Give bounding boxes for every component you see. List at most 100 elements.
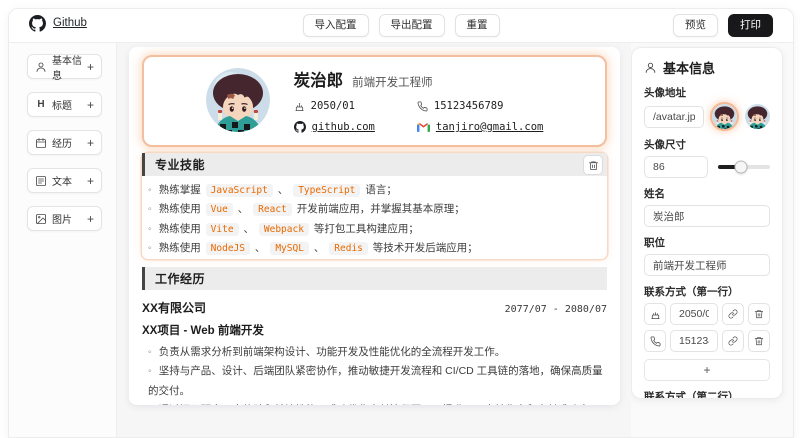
section-heading: 专业技能	[142, 153, 607, 176]
avatar-option-round[interactable]	[712, 104, 737, 129]
avatar-option-square[interactable]	[745, 104, 770, 129]
avatar-size-label: 头像尺寸	[644, 139, 686, 151]
avatar-url-input[interactable]	[644, 105, 704, 128]
tech-chip: NodeJS	[205, 242, 250, 256]
settings-panel: 基本信息 头像地址 头像尺寸 姓名 职位 联系方式（第一行）	[631, 47, 783, 399]
github-brand-link[interactable]: Github	[29, 14, 87, 32]
resume-canvas: 炭治郎 前端开发工程师 2050/01 15123456789 github.c…	[117, 43, 631, 437]
add-icon[interactable]: +	[87, 212, 94, 226]
panel-title: 基本信息	[644, 58, 770, 77]
contact-type-button[interactable]	[644, 303, 666, 325]
tech-chip: React	[253, 203, 292, 217]
tech-chip: Webpack	[258, 222, 309, 236]
phone-icon	[650, 336, 660, 346]
sidebar: 基本信息 + H 标题 + 经历 + 文本 + 图片 +	[9, 43, 117, 437]
github-icon	[293, 121, 306, 133]
job-input[interactable]	[644, 254, 770, 276]
sidebar-item-label: 图片	[52, 215, 72, 226]
delete-row-button[interactable]	[748, 330, 770, 352]
tech-chip: MySQL	[270, 242, 309, 256]
import-config-button[interactable]: 导入配置	[302, 14, 369, 37]
user-icon	[645, 62, 656, 73]
add-contact-row1-button[interactable]: +	[644, 359, 770, 381]
sidebar-item-image[interactable]: 图片 +	[27, 206, 102, 231]
link-icon	[728, 309, 738, 319]
contact-group1-label: 联系方式（第一行）	[644, 286, 739, 298]
contact-email-link[interactable]: tanjiro@gmail.com	[416, 121, 543, 133]
github-icon	[29, 14, 46, 32]
config-buttons: 导入配置 导出配置 重置	[302, 14, 500, 37]
link-button[interactable]	[722, 330, 744, 352]
name-input[interactable]	[644, 205, 770, 227]
tech-chip: Redis	[329, 242, 368, 256]
section-skills[interactable]: 专业技能 熟练掌握 JavaScript 、 TypeScript 语言；熟练使…	[142, 153, 607, 259]
add-icon[interactable]: +	[87, 60, 94, 74]
project-title: XX项目 - Web 前端开发	[142, 324, 264, 337]
topbar: Github 导入配置 导出配置 重置 预览 打印	[9, 9, 793, 43]
work-bullet: 坚持与产品、设计、后端团队紧密协作，推动敏捷开发流程和 CI/CD 工具链的落地…	[148, 362, 607, 401]
delete-section-button[interactable]	[583, 155, 603, 175]
delete-row-button[interactable]	[748, 303, 770, 325]
job-label: 职位	[644, 237, 665, 249]
birthday-cake-icon	[650, 311, 660, 319]
avatar-size-input[interactable]	[644, 156, 708, 178]
add-icon[interactable]: +	[87, 136, 94, 150]
content-area: 基本信息 + H 标题 + 经历 + 文本 + 图片 + 炭治郎 前端开发工程师…	[9, 43, 793, 437]
sidebar-item-basic-info[interactable]: 基本信息 +	[27, 54, 102, 82]
phone-icon	[417, 101, 428, 111]
sidebar-item-heading[interactable]: H 标题 +	[27, 92, 102, 117]
avatar-size-slider[interactable]	[718, 160, 770, 174]
add-icon[interactable]: +	[87, 174, 94, 188]
preview-button[interactable]: 预览	[673, 14, 718, 37]
section-work[interactable]: 工作经历 XX有限公司 2077/07 - 2080/07 XX项目 - Web…	[142, 266, 607, 405]
app-window: Github 导入配置 导出配置 重置 预览 打印 基本信息 + H 标题 +	[8, 8, 794, 438]
link-button[interactable]	[722, 303, 744, 325]
sidebar-item-label: 基本信息	[52, 55, 82, 82]
contact-grid: 2050/01 15123456789 github.com tanjiro@g…	[293, 100, 543, 133]
skill-bullet: 熟练使用 Vite 、 Webpack 等打包工具构建应用；	[148, 220, 607, 239]
trash-icon	[588, 160, 598, 170]
work-list: 负责从需求分析到前端架构设计、功能开发及性能优化的全流程开发工作。 坚持与产品、…	[142, 343, 607, 405]
contact-group2-label: 联系方式（第二行）	[644, 391, 739, 399]
gmail-icon	[416, 122, 430, 132]
work-bullet: 通过深入研究用户体验和前端性能，成功优化支付流程页面，提升了用户转化率和支付成功…	[148, 401, 607, 405]
resume-preview: 炭治郎 前端开发工程师 2050/01 15123456789 github.c…	[129, 47, 620, 405]
contact-value-input[interactable]	[670, 330, 718, 352]
skill-bullet: 熟练使用 NodeJS 、 MySQL 、 Redis 等技术开发后端应用；	[148, 239, 607, 258]
tech-chip: Vite	[205, 222, 239, 236]
work-period: 2077/07 - 2080/07	[504, 303, 607, 315]
add-icon[interactable]: +	[87, 98, 94, 112]
trash-icon	[754, 337, 764, 346]
birthday-cake-icon	[295, 102, 304, 111]
export-config-button[interactable]: 导出配置	[378, 14, 445, 37]
contact-github-link[interactable]: github.com	[293, 121, 375, 133]
sidebar-item-experience[interactable]: 经历 +	[27, 130, 102, 155]
tech-chip: Vue	[205, 203, 233, 217]
brand-label: Github	[53, 17, 87, 29]
skill-bullet: 熟练使用 Vue 、 React 开发前端应用，并掌握其基本原理；	[148, 200, 607, 219]
contact-phone: 15123456789	[417, 100, 543, 112]
avatar	[206, 68, 270, 132]
contact-row	[644, 330, 770, 352]
contact-birthday: 2050/01	[294, 100, 375, 112]
resume-job-title: 前端开发工程师	[352, 77, 433, 89]
heading-icon: H	[37, 99, 45, 110]
contact-value-input[interactable]	[670, 303, 718, 325]
calendar-icon	[36, 137, 46, 148]
trash-icon	[754, 310, 764, 319]
print-button[interactable]: 打印	[728, 14, 773, 37]
sidebar-item-text[interactable]: 文本 +	[27, 168, 102, 193]
slider-thumb[interactable]	[734, 160, 748, 174]
resume-header-block[interactable]: 炭治郎 前端开发工程师 2050/01 15123456789 github.c…	[142, 55, 607, 147]
reset-button[interactable]: 重置	[454, 14, 500, 37]
section-heading: 工作经历	[142, 266, 607, 290]
name-label: 姓名	[644, 188, 665, 200]
resume-header-info: 炭治郎 前端开发工程师 2050/01 15123456789 github.c…	[293, 67, 543, 133]
work-bullet: 负责从需求分析到前端架构设计、功能开发及性能优化的全流程开发工作。	[148, 343, 607, 362]
sidebar-item-label: 标题	[52, 101, 72, 112]
tech-chip: TypeScript	[293, 184, 361, 197]
image-icon	[36, 213, 46, 224]
avatar-url-label: 头像地址	[644, 87, 686, 99]
resume-name: 炭治郎	[293, 72, 344, 90]
contact-type-button[interactable]	[644, 330, 666, 352]
